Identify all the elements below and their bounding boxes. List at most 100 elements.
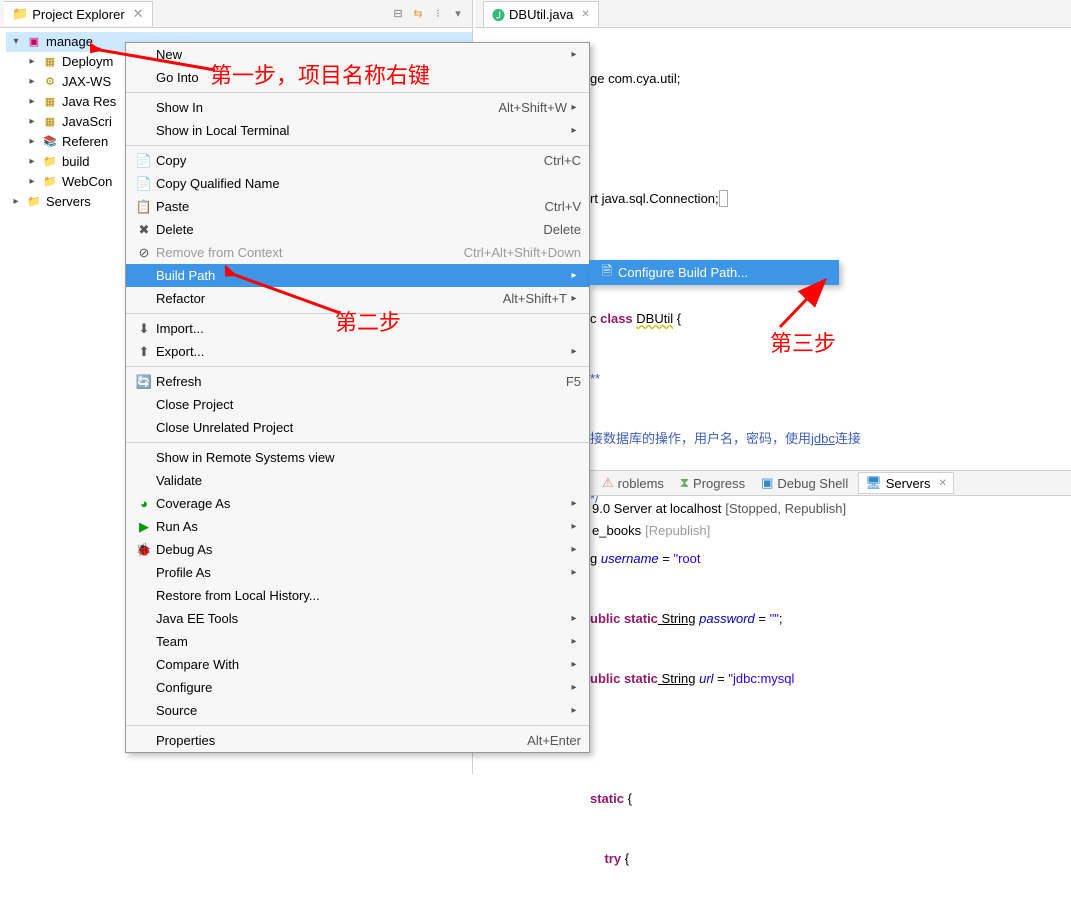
expand-icon[interactable]: ▸ — [26, 172, 38, 192]
copy-icon: 📄 — [132, 176, 156, 192]
menu-properties[interactable]: PropertiesAlt+Enter — [126, 729, 589, 752]
explorer-header: 📁 Project Explorer ✕ ⊟ ⇆ ⁝ ▾ — [0, 0, 472, 28]
expand-icon[interactable]: ▸ — [26, 152, 38, 172]
close-icon[interactable]: ✕ — [581, 9, 589, 20]
folder-icon: 📁 — [26, 194, 42, 210]
servers-view: 9.0 Server at localhost [Stopped, Republ… — [590, 498, 1071, 542]
menu-new[interactable]: New▸ — [126, 43, 589, 66]
paste-icon: 📋 — [132, 199, 156, 215]
chevron-right-icon: ▸ — [567, 521, 581, 532]
import-icon: ⬇ — [132, 321, 156, 337]
explorer-tab[interactable]: 📁 Project Explorer ✕ — [4, 1, 153, 26]
menu-compare[interactable]: Compare With▸ — [126, 653, 589, 676]
tab-debug-shell[interactable]: ▣Debug Shell — [755, 473, 854, 493]
chevron-right-icon: ▸ — [567, 705, 581, 716]
menu-refactor[interactable]: RefactorAlt+Shift+T▸ — [126, 287, 589, 310]
close-icon[interactable]: ✕ — [939, 478, 947, 489]
chevron-right-icon: ▸ — [567, 102, 581, 113]
run-icon: ▶ — [132, 519, 156, 535]
project-label: manage_ — [46, 32, 100, 52]
menu-profile-as[interactable]: Profile As▸ — [126, 561, 589, 584]
tab-servers[interactable]: 🖥Servers✕ — [858, 472, 954, 494]
ws-icon: ⚙ — [42, 74, 58, 90]
chevron-right-icon: ▸ — [567, 682, 581, 693]
menu-copy[interactable]: 📄CopyCtrl+C — [126, 149, 589, 172]
menu-import[interactable]: ⬇Import... — [126, 317, 589, 340]
close-icon[interactable]: ✕ — [133, 6, 144, 22]
chevron-right-icon: ▸ — [567, 498, 581, 509]
chevron-right-icon: ▸ — [567, 636, 581, 647]
jar-icon: 🗎 — [596, 262, 618, 284]
server-row[interactable]: 9.0 Server at localhost [Stopped, Republ… — [592, 498, 1071, 520]
explorer-title: Project Explorer — [32, 7, 124, 22]
menu-configure[interactable]: Configure▸ — [126, 676, 589, 699]
expand-icon[interactable]: ▸ — [26, 92, 38, 112]
expand-icon[interactable]: ▸ — [10, 192, 22, 212]
js-icon: ▦ — [42, 114, 58, 130]
menu-export[interactable]: ⬆Export...▸ — [126, 340, 589, 363]
refresh-icon: 🔄 — [132, 374, 156, 390]
link-icon[interactable]: ⇆ — [410, 6, 426, 22]
folder-icon: 📁 — [42, 174, 58, 190]
menu-build-path[interactable]: Build Path▸ — [126, 264, 589, 287]
shell-icon: ▣ — [761, 475, 773, 491]
menu-source[interactable]: Source▸ — [126, 699, 589, 722]
expand-icon[interactable]: ▸ — [26, 132, 38, 152]
expand-icon[interactable]: ▸ — [26, 112, 38, 132]
editor-tab-label: DBUtil.java — [509, 7, 573, 22]
bottom-view-tabs: ⚠roblems ⧗Progress ▣Debug Shell 🖥Servers… — [590, 470, 1071, 496]
expand-icon[interactable]: ▸ — [26, 72, 38, 92]
delete-icon: ✖ — [132, 222, 156, 238]
chevron-right-icon: ▸ — [567, 567, 581, 578]
menu-run-as[interactable]: ▶Run As▸ — [126, 515, 589, 538]
menu-refresh[interactable]: 🔄RefreshF5 — [126, 370, 589, 393]
editor-tab-bar: 🅙 DBUtil.java ✕ — [475, 0, 1071, 28]
menu-validate[interactable]: Validate — [126, 469, 589, 492]
folder-icon: 📁 — [42, 154, 58, 170]
tab-progress[interactable]: ⧗Progress — [674, 473, 751, 493]
menu-remove-context[interactable]: ⊘Remove from ContextCtrl+Alt+Shift+Down — [126, 241, 589, 264]
collapse-icon[interactable]: ⊟ — [390, 6, 406, 22]
chevron-right-icon: ▸ — [567, 125, 581, 136]
java-file-icon: 🅙 — [492, 5, 505, 24]
expand-icon[interactable]: ▾ — [10, 32, 22, 52]
debug-icon: 🐞 — [132, 542, 156, 558]
context-menu: New▸ Go Into Show InAlt+Shift+W▸ Show in… — [125, 42, 590, 753]
chevron-right-icon: ▸ — [567, 293, 581, 304]
build-path-submenu: 🗎 Configure Build Path... — [589, 260, 839, 285]
menu-delete[interactable]: ✖DeleteDelete — [126, 218, 589, 241]
menu-go-into[interactable]: Go Into — [126, 66, 589, 89]
menu-show-local-terminal[interactable]: Show in Local Terminal▸ — [126, 119, 589, 142]
view-menu-icon[interactable]: ▾ — [450, 6, 466, 22]
project-icon: ▣ — [26, 34, 42, 50]
editor-tab-dbutil[interactable]: 🅙 DBUtil.java ✕ — [483, 1, 599, 27]
menu-copy-qualified[interactable]: 📄Copy Qualified Name — [126, 172, 589, 195]
menu-show-in[interactable]: Show InAlt+Shift+W▸ — [126, 96, 589, 119]
menu-configure-build-path[interactable]: 🗎 Configure Build Path... — [590, 261, 838, 284]
menu-paste[interactable]: 📋PasteCtrl+V — [126, 195, 589, 218]
menu-debug-as[interactable]: 🐞Debug As▸ — [126, 538, 589, 561]
menu-team[interactable]: Team▸ — [126, 630, 589, 653]
expand-icon[interactable]: ▸ — [26, 52, 38, 72]
chevron-right-icon: ▸ — [567, 346, 581, 357]
menu-close-unrelated[interactable]: Close Unrelated Project — [126, 416, 589, 439]
menu-show-remote[interactable]: Show in Remote Systems view — [126, 446, 589, 469]
ref-icon: 📚 — [42, 134, 58, 150]
servers-icon: 🖥 — [865, 475, 882, 491]
menu-close-project[interactable]: Close Project — [126, 393, 589, 416]
java-icon: ▦ — [42, 94, 58, 110]
deploy-icon: ▦ — [42, 54, 58, 70]
coverage-icon: ◕ — [132, 496, 156, 511]
progress-icon: ⧗ — [680, 475, 689, 491]
menu-jee-tools[interactable]: Java EE Tools▸ — [126, 607, 589, 630]
tab-problems[interactable]: ⚠roblems — [596, 473, 670, 493]
menu-restore-history[interactable]: Restore from Local History... — [126, 584, 589, 607]
menu-coverage[interactable]: ◕Coverage As▸ — [126, 492, 589, 515]
chevron-right-icon: ▸ — [567, 49, 581, 60]
filter-icon[interactable]: ⁝ — [430, 6, 446, 22]
chevron-right-icon: ▸ — [567, 659, 581, 670]
chevron-right-icon: ▸ — [567, 613, 581, 624]
export-icon: ⬆ — [132, 344, 156, 360]
server-module-row[interactable]: e_books [Republish] — [592, 520, 1071, 542]
problems-icon: ⚠ — [602, 475, 614, 491]
